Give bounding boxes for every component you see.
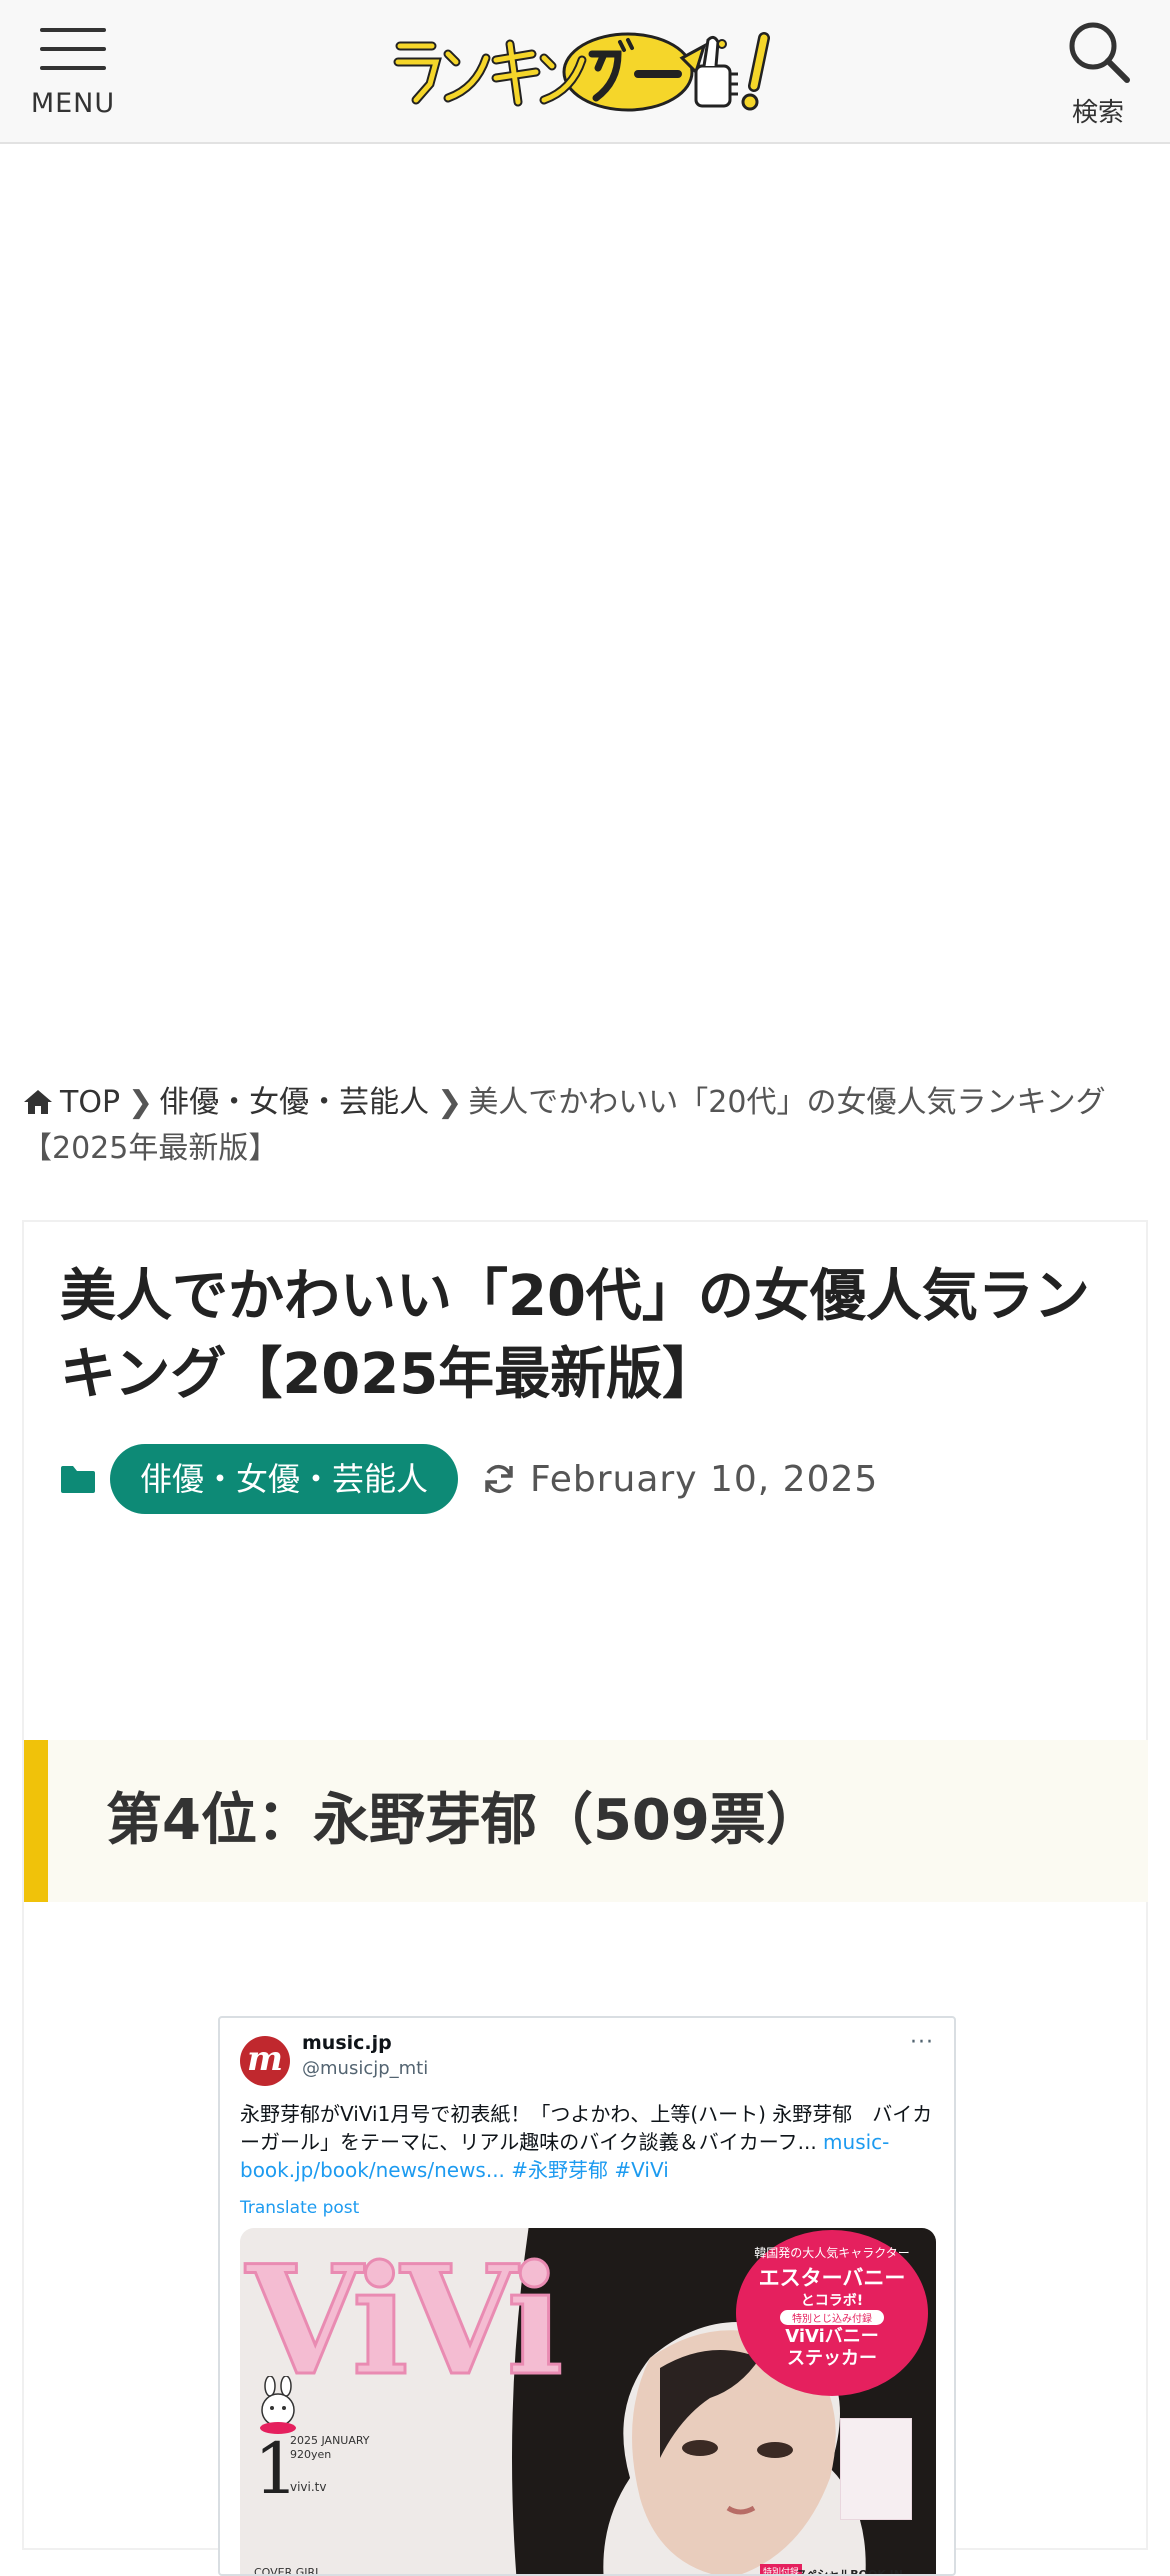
refresh-icon	[485, 1464, 513, 1494]
tweet-media-image[interactable]: ViVi 1 2025 JANUARY 920yen vivi.tv COVER…	[240, 2228, 936, 2576]
search-button[interactable]: 検索	[1056, 18, 1140, 128]
promo-circle: 韓国発の大人気キャラクター エスターバニー とコラボ! 特別とじ込み付録 ViV…	[736, 2230, 928, 2396]
book-in-book-label: スペシャルBOOK IN BOOK	[796, 2568, 903, 2576]
rank-heading-accent	[24, 1740, 48, 1902]
tweet-avatar[interactable]: m	[240, 2036, 290, 2086]
article-meta: 俳優・女優・芸能人 February 10, 2025	[60, 1444, 878, 1514]
search-icon	[1069, 22, 1130, 83]
bunny-mascot-icon	[260, 2376, 296, 2434]
category-badge[interactable]: 俳優・女優・芸能人	[110, 1444, 459, 1514]
translate-post-link[interactable]: Translate post	[240, 2198, 359, 2218]
home-icon	[24, 1090, 52, 1114]
more-options-icon[interactable]: ···	[910, 2030, 934, 2055]
updated-date: February 10, 2025	[530, 1458, 879, 1500]
breadcrumb: TOP ❯ 俳優・女優・芸能人 ❯ 美人でかわいい「20代」の女優人気ランキング【202…	[22, 1080, 1152, 1172]
issue-date-line2: 920yen	[290, 2448, 332, 2461]
ad-placeholder	[0, 146, 1170, 1066]
hamburger-icon	[40, 26, 106, 72]
breadcrumb-top-link[interactable]: TOP	[60, 1085, 120, 1120]
promo-line1: 韓国発の大人気キャラクター	[754, 2246, 910, 2260]
promo-line2: エスターバニー	[758, 2266, 906, 2290]
tweet-author-name[interactable]: music.jp	[302, 2032, 392, 2054]
folder-icon	[61, 1466, 95, 1493]
site-header: MENU 検索	[0, 0, 1170, 144]
search-label: 検索	[1071, 98, 1124, 128]
promo-line5: ViViバニー ステッカー	[736, 2326, 928, 2370]
rank-heading: 第4位：永野芽郁（509票）	[24, 1740, 1148, 1902]
chevron-right-icon: ❯	[437, 1085, 463, 1120]
cover-girl-label: COVER GIRL	[254, 2566, 322, 2576]
promo-line6-text: ステッカー	[787, 2348, 877, 2369]
rank-heading-text: 第4位：永野芽郁（509票）	[106, 1788, 822, 1853]
breadcrumb-category-link[interactable]: 俳優・女優・芸能人	[159, 1085, 429, 1120]
tweet-hashtags[interactable]: #永野芽郁 #ViVi	[511, 2158, 668, 2182]
article-card: 美人でかわいい「20代」の女優人気ランキング【2025年最新版】 俳優・女優・芸…	[22, 1220, 1148, 2576]
promo-line4: 特別とじ込み付録	[780, 2310, 884, 2325]
menu-button[interactable]: MENU	[28, 26, 118, 126]
embedded-tweet[interactable]: m music.jp @musicjp_mti ··· 永野芽郁がViVi1月号…	[218, 2016, 956, 2576]
promo-line5-text: ViViバニー	[785, 2326, 879, 2347]
magazine-logo: ViVi	[244, 2233, 564, 2409]
menu-label: MENU	[30, 88, 116, 119]
promo-line3: とコラボ!	[800, 2293, 864, 2309]
issue-date: 2025 JANUARY 920yen	[290, 2434, 370, 2462]
tweet-text: 永野芽郁がViVi1月号で初表紙！「つよかわ、上等(ハート) 永野芽郁 バイカー…	[240, 2100, 936, 2184]
sticker-preview	[840, 2418, 912, 2520]
tweet-author-handle[interactable]: @musicjp_mti	[302, 2058, 428, 2079]
issue-date-line1: 2025 JANUARY	[290, 2434, 370, 2447]
chevron-right-icon: ❯	[128, 1085, 154, 1120]
site-logo[interactable]	[392, 24, 778, 116]
article-title: 美人でかわいい「20代」の女優人気ランキング【2025年最新版】	[60, 1264, 1090, 1407]
issue-web: vivi.tv	[290, 2480, 327, 2494]
